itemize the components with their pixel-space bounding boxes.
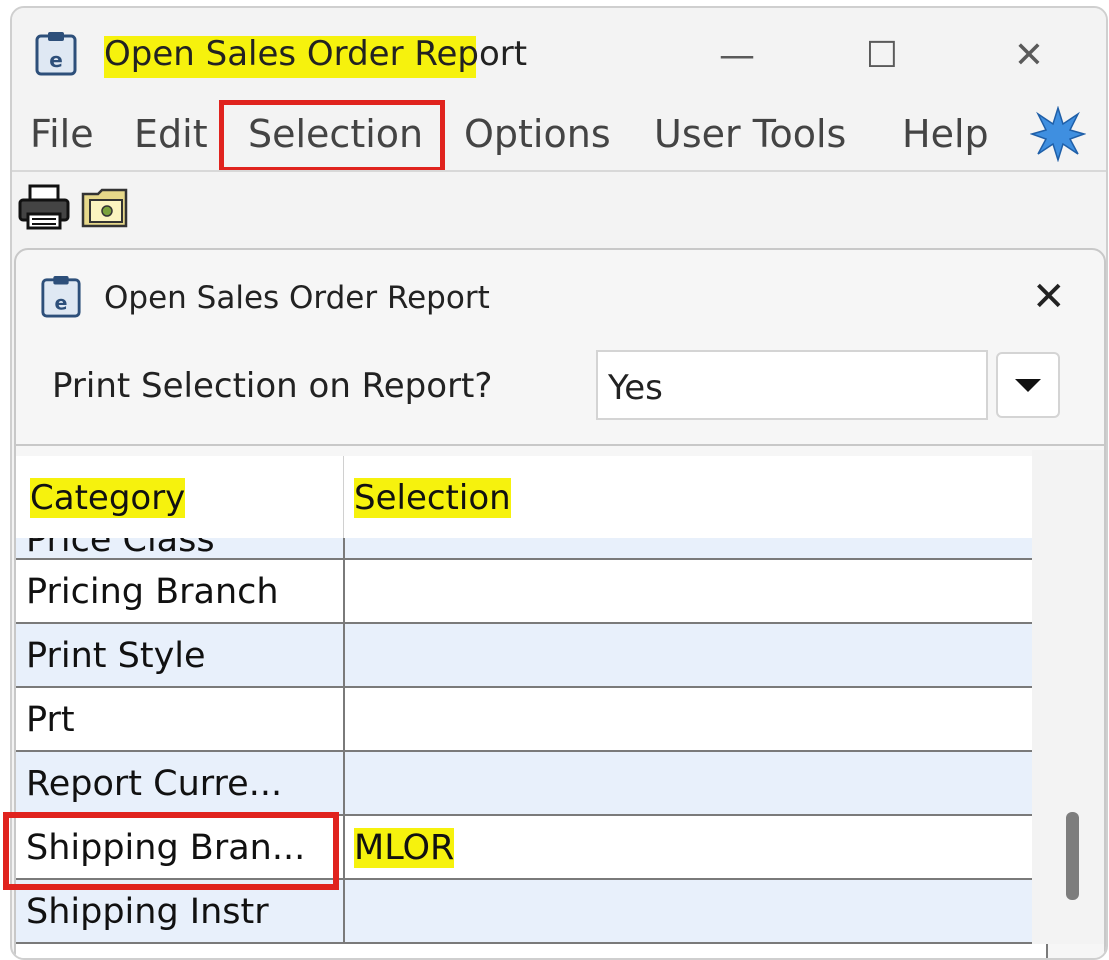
dialog-close-button[interactable]: ✕ — [1032, 274, 1066, 320]
clipboard-icon: e — [41, 275, 81, 318]
column-divider — [343, 560, 345, 622]
row-category: Pricing Branch — [26, 572, 279, 612]
title-bar[interactable]: e Open Sales Order Report — ☐ ✕ — [12, 8, 1106, 100]
shipping-branch-annotation-box — [3, 812, 339, 890]
selection-annotation-box — [219, 100, 445, 172]
row-category: Price Class — [26, 538, 215, 560]
table-row[interactable]: Report Curre... — [16, 752, 1046, 816]
print-selection-dropdown-button[interactable] — [996, 352, 1060, 418]
printer-icon[interactable] — [16, 184, 72, 232]
table-row[interactable]: Pricing Branch — [16, 560, 1046, 624]
menu-user-tools[interactable]: User Tools — [654, 112, 846, 156]
header-selection[interactable]: Selection — [354, 478, 511, 518]
column-divider — [343, 538, 345, 558]
menu-bar: File Edit Selection Options User Tools H… — [12, 100, 1106, 170]
scrollbar-thumb[interactable] — [1066, 812, 1079, 900]
header-divider — [343, 456, 344, 538]
maximize-button[interactable]: ☐ — [857, 30, 907, 80]
column-divider — [343, 816, 345, 878]
menu-file[interactable]: File — [30, 112, 94, 156]
starburst-icon[interactable] — [1030, 106, 1086, 162]
header-category[interactable]: Category — [30, 478, 186, 518]
menu-help[interactable]: Help — [902, 112, 989, 156]
menu-edit[interactable]: Edit — [134, 112, 208, 156]
row-selection[interactable]: MLOR — [354, 828, 455, 868]
grid-divider — [16, 444, 1104, 446]
toolbar — [12, 172, 1106, 240]
window-title: Open Sales Order Report — [104, 34, 528, 74]
dialog-title: Open Sales Order Report — [104, 280, 490, 316]
table-row[interactable]: Price Class — [16, 538, 1046, 560]
grid-header: Category Selection — [16, 456, 1046, 539]
column-divider — [343, 880, 345, 942]
close-button[interactable]: ✕ — [1004, 30, 1054, 80]
row-category: Report Curre... — [26, 764, 283, 804]
svg-text:e: e — [55, 291, 68, 314]
print-selection-field[interactable]: Yes — [596, 350, 988, 420]
minimize-button[interactable]: — — [712, 30, 762, 80]
row-category: Prt — [26, 700, 75, 740]
chevron-down-icon — [1015, 378, 1041, 392]
row-category: Print Style — [26, 636, 206, 676]
column-divider — [343, 624, 345, 686]
clipboard-icon: e — [35, 32, 77, 76]
table-row[interactable]: Prt — [16, 688, 1046, 752]
table-row[interactable]: Print Style — [16, 624, 1046, 688]
row-category: Shipping Instr — [26, 892, 269, 932]
svg-text:e: e — [49, 48, 63, 72]
menu-options[interactable]: Options — [464, 112, 611, 156]
print-selection-label: Print Selection on Report? — [52, 366, 493, 406]
column-divider — [343, 688, 345, 750]
folder-icon[interactable] — [80, 184, 130, 230]
column-divider — [343, 752, 345, 814]
